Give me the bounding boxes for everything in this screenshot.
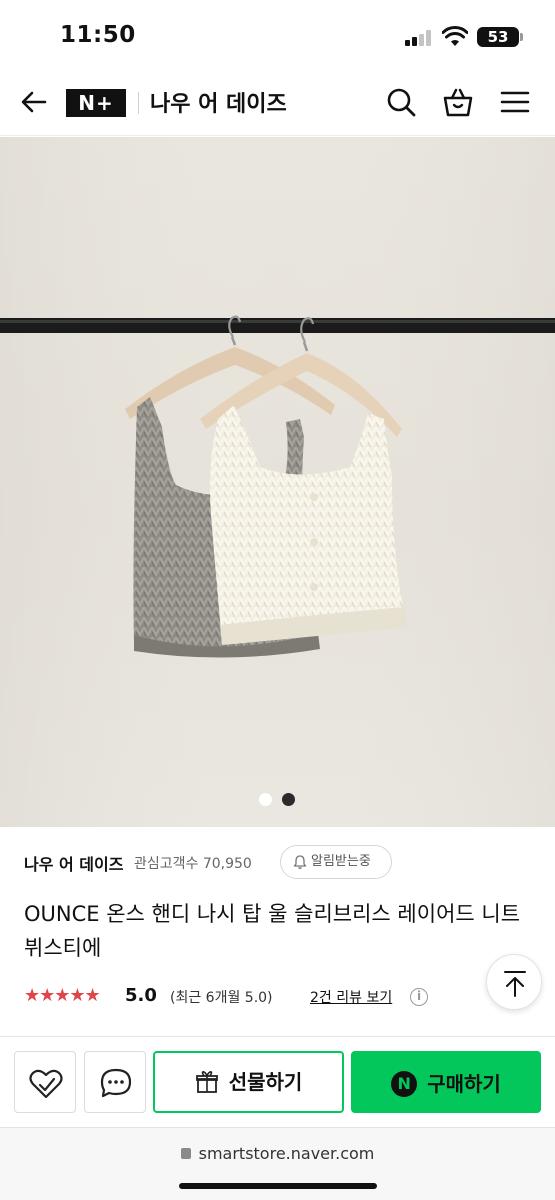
- review-link[interactable]: 2건 리뷰 보기: [310, 987, 392, 1007]
- store-row: 나우 어 데이즈 관심고객수 70,950 알림받는중: [24, 845, 544, 881]
- status-bar: 11:50 53: [0, 0, 555, 70]
- wifi-icon: [442, 26, 468, 46]
- shopping-bag-icon[interactable]: [442, 86, 474, 118]
- heart-check-icon: [29, 1069, 63, 1099]
- home-indicator[interactable]: [179, 1183, 377, 1189]
- search-icon[interactable]: [385, 86, 417, 118]
- gallery-dot-2[interactable]: [282, 793, 295, 806]
- url-text: smartstore.naver.com: [198, 1144, 375, 1163]
- star-rating-icon: ★★★★★: [24, 985, 101, 1006]
- battery-nub: [520, 33, 523, 41]
- store-header: N+ 나우 어 데이즈: [0, 70, 555, 136]
- battery-indicator: 53: [477, 27, 519, 47]
- wishlist-button[interactable]: [14, 1051, 76, 1113]
- lock-icon: [180, 1148, 191, 1159]
- gallery-dot-1[interactable]: [259, 793, 272, 806]
- gallery-pagination: [0, 793, 555, 807]
- browser-url-bar: smartstore.naver.com: [0, 1127, 555, 1200]
- purchase-action-bar: 선물하기 N 구매하기: [0, 1036, 555, 1126]
- naver-pay-n-icon: N: [391, 1071, 418, 1097]
- gift-box-icon: [195, 1071, 218, 1093]
- rating-row: ★★★★★ 5.0 (최근 6개월 5.0) 2건 리뷰 보기 i: [24, 983, 444, 1011]
- buy-button[interactable]: N 구매하기: [351, 1051, 541, 1113]
- talk-talk-button[interactable]: [84, 1051, 146, 1113]
- info-icon[interactable]: i: [410, 988, 428, 1006]
- product-title: OUNCE 온스 핸디 나시 탑 울 슬리브리스 레이어드 니트 뷔스티에: [24, 902, 521, 960]
- menu-icon[interactable]: [499, 86, 531, 118]
- gift-button[interactable]: 선물하기: [153, 1051, 344, 1113]
- store-name-title[interactable]: 나우 어 데이즈: [150, 86, 287, 118]
- url-display[interactable]: smartstore.naver.com: [0, 1144, 555, 1163]
- rating-score: 5.0: [125, 985, 157, 1006]
- notification-label: 알림받는중: [311, 854, 371, 869]
- recent-rating: (최근 6개월 5.0): [170, 990, 273, 1006]
- notification-toggle-button[interactable]: 알림받는중: [280, 845, 392, 879]
- store-link[interactable]: 나우 어 데이즈: [24, 851, 123, 875]
- product-photo: [0, 137, 555, 827]
- product-image-gallery[interactable]: [0, 137, 555, 827]
- status-time: 11:50: [60, 22, 136, 48]
- gift-label: 선물하기: [228, 1070, 303, 1094]
- back-arrow-icon[interactable]: [18, 86, 50, 118]
- chat-bubble-icon: [100, 1068, 132, 1098]
- cellular-signal-icon: [405, 30, 433, 46]
- naver-plus-logo[interactable]: N+: [66, 89, 126, 117]
- scroll-to-top-button[interactable]: [486, 954, 542, 1010]
- arrow-up-icon: [504, 971, 526, 997]
- favorite-customers-count: 관심고객수 70,950: [134, 856, 252, 872]
- header-divider: [138, 92, 139, 114]
- bell-icon: [293, 855, 307, 869]
- buy-label: 구매하기: [427, 1072, 501, 1096]
